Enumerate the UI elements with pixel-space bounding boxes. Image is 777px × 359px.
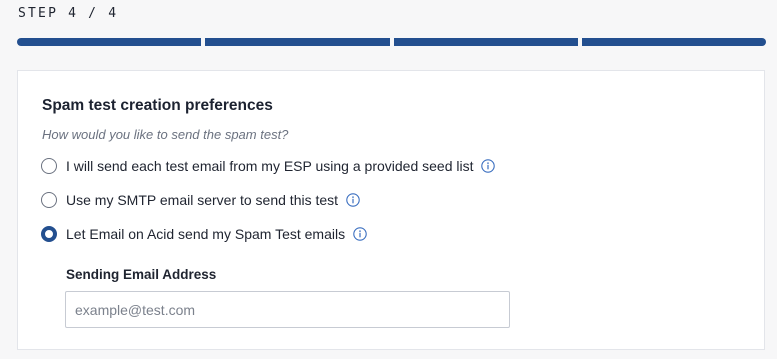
progress-segment-4 bbox=[581, 38, 766, 46]
spam-test-preferences-card: Spam test creation preferences How would… bbox=[17, 70, 765, 350]
option-seed-list[interactable]: I will send each test email from my ESP … bbox=[41, 158, 496, 174]
info-icon[interactable] bbox=[353, 227, 367, 241]
radio-seed-list[interactable] bbox=[41, 158, 57, 174]
step-indicator: STEP 4 / 4 bbox=[18, 6, 119, 21]
sending-email-input[interactable] bbox=[65, 291, 510, 328]
info-icon[interactable] bbox=[481, 159, 496, 173]
info-icon[interactable] bbox=[346, 193, 360, 207]
progress-segment-3 bbox=[393, 38, 578, 46]
option-email-on-acid-label: Let Email on Acid send my Spam Test emai… bbox=[66, 226, 346, 242]
option-smtp-server-label: Use my SMTP email server to send this te… bbox=[66, 192, 339, 208]
option-seed-list-label: I will send each test email from my ESP … bbox=[66, 158, 474, 174]
card-subtitle: How would you like to send the spam test… bbox=[42, 127, 289, 142]
progress-segment-2 bbox=[205, 38, 390, 46]
option-email-on-acid[interactable]: Let Email on Acid send my Spam Test emai… bbox=[41, 226, 367, 242]
option-smtp-server[interactable]: Use my SMTP email server to send this te… bbox=[41, 192, 360, 208]
card-title: Spam test creation preferences bbox=[42, 97, 273, 114]
radio-smtp-server[interactable] bbox=[41, 192, 57, 208]
sending-email-label: Sending Email Address bbox=[66, 267, 217, 282]
step-progress-bar bbox=[17, 38, 766, 46]
progress-segment-1 bbox=[17, 38, 202, 46]
radio-email-on-acid[interactable] bbox=[41, 226, 57, 242]
